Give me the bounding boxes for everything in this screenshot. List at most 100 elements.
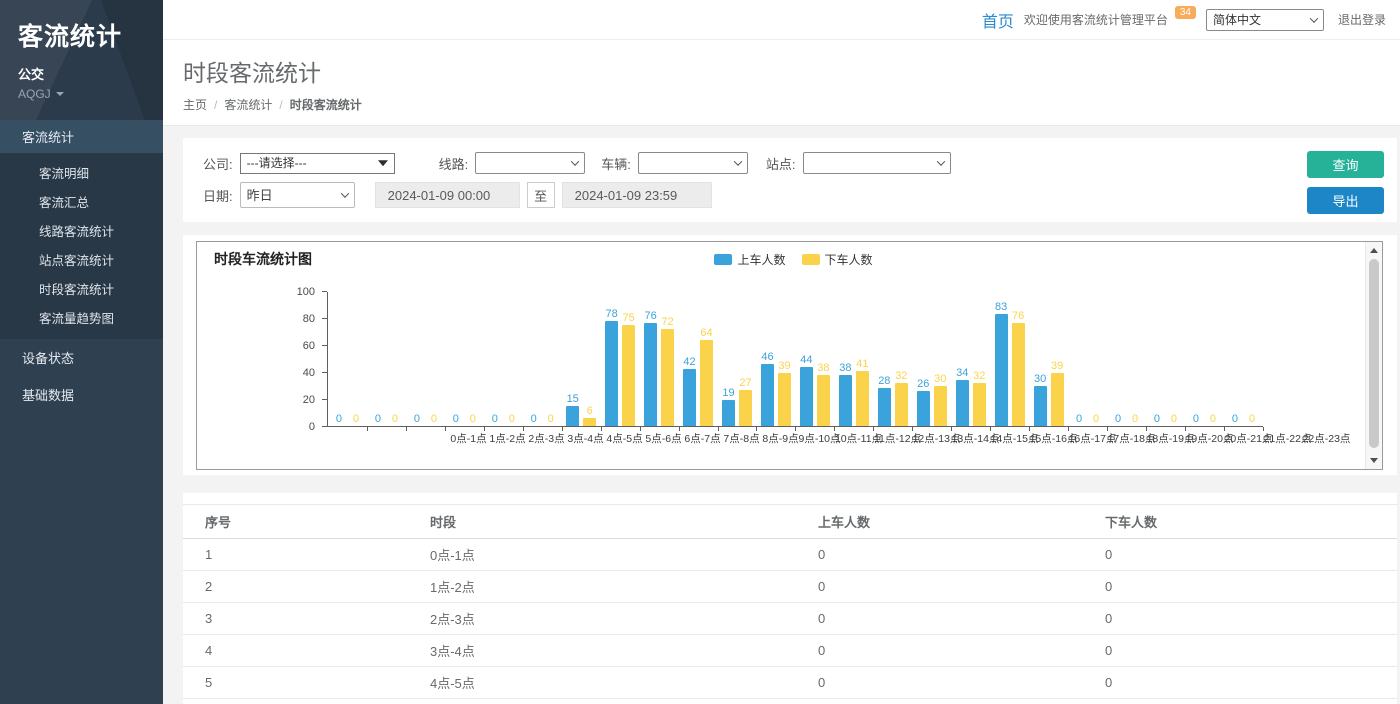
bar-group: 4639 <box>756 292 795 426</box>
bar-value-label: 0 <box>336 413 342 425</box>
bar-group: 4438 <box>795 292 834 426</box>
legend-item[interactable]: 上车人数 <box>714 251 785 268</box>
user-menu[interactable]: AQGJ <box>18 87 145 101</box>
company-select[interactable]: ---请选择--- <box>240 153 395 174</box>
y-axis-tick <box>322 372 327 373</box>
bar-value-label: 76 <box>1012 310 1024 322</box>
alighting-bar <box>1051 373 1064 426</box>
bar-group: 8376 <box>990 292 1029 426</box>
x-axis-label: 14点-15点 <box>995 431 1034 446</box>
sidebar-item[interactable]: 线路客流统计 <box>0 216 163 245</box>
date-preset-select[interactable]: 昨日 <box>240 182 355 208</box>
table-cell: 0 <box>1105 667 1397 699</box>
x-axis-label: 8点-9点 <box>761 431 800 446</box>
y-axis-tick <box>322 399 327 400</box>
bar-group: 00 <box>1146 292 1185 426</box>
x-axis-labels: 0点-1点1点-2点2点-3点3点-4点4点-5点5点-6点6点-7点7点-8点… <box>449 427 1385 446</box>
date-from-input[interactable] <box>375 182 520 208</box>
table-header-row: 序号时段上车人数下车人数 <box>183 505 1397 539</box>
bar-group: 00 <box>1107 292 1146 426</box>
vehicle-label: 车辆: <box>601 154 631 173</box>
main-area: 首页 欢迎使用客流统计管理平台 34 简体中文 退出登录 时段客流统计 主页/客… <box>163 0 1400 704</box>
sidebar-item[interactable]: 客流汇总 <box>0 187 163 216</box>
sidebar-item[interactable]: 站点客流统计 <box>0 245 163 274</box>
boarding-bar <box>644 323 657 426</box>
chart-container: 时段车流统计图 上车人数下车人数 020406080100 0000000000… <box>196 241 1383 470</box>
x-axis-label: 9点-10点 <box>800 431 839 446</box>
bar-group: 00 <box>523 292 562 426</box>
sidebar-item[interactable]: 客流明细 <box>0 158 163 187</box>
scroll-down-icon[interactable] <box>1370 458 1378 463</box>
legend-item[interactable]: 下车人数 <box>802 251 873 268</box>
export-button[interactable]: 导出 <box>1307 187 1384 214</box>
vertical-scrollbar[interactable] <box>1365 242 1382 469</box>
bar-column-boarding: 34 <box>956 367 969 426</box>
app-root: 客流统计 公交 AQGJ 客流统计客流明细客流汇总线路客流统计站点客流统计时段客… <box>0 0 1400 704</box>
x-axis-label: 3点-4点 <box>566 431 605 446</box>
bar-column-alighting: 38 <box>817 362 830 426</box>
boarding-bar <box>566 406 579 426</box>
vehicle-select[interactable] <box>638 152 748 174</box>
sidebar-nav: 客流统计客流明细客流汇总线路客流统计站点客流统计时段客流统计客流量趋势图设备状态… <box>0 120 163 413</box>
logout-link[interactable]: 退出登录 <box>1338 11 1386 28</box>
sidebar-section[interactable]: 设备状态 <box>0 339 163 376</box>
sidebar-submenu: 客流明细客流汇总线路客流统计站点客流统计时段客流统计客流量趋势图 <box>0 153 163 339</box>
table-header-cell: 下车人数 <box>1105 505 1397 539</box>
table-cell: 4 <box>183 635 430 667</box>
x-axis-label: 22点-23点 <box>1307 431 1346 446</box>
bar-column-alighting: 0 <box>1090 413 1103 426</box>
scrollbar-thumb[interactable] <box>1369 259 1379 448</box>
bar-value-label: 39 <box>1051 360 1063 372</box>
bar-column-alighting: 39 <box>1051 360 1064 426</box>
y-axis-label: 100 <box>297 286 315 298</box>
company-filter: 公司: ---请选择--- <box>203 153 395 174</box>
bar-value-label: 0 <box>414 413 420 425</box>
language-select[interactable]: 简体中文 <box>1206 9 1324 31</box>
notification-badge: 34 <box>1175 6 1196 19</box>
x-axis-label: 13点-14点 <box>956 431 995 446</box>
bar-column-alighting: 0 <box>349 413 362 426</box>
alighting-bar <box>661 329 674 426</box>
company-label: 公司: <box>203 154 233 173</box>
sidebar-section[interactable]: 客流统计 <box>0 120 163 153</box>
legend-label: 下车人数 <box>825 251 873 268</box>
bar-column-boarding: 46 <box>761 351 774 426</box>
line-select[interactable] <box>475 152 585 174</box>
table-cell: 0 <box>1105 571 1397 603</box>
table-cell: 3 <box>183 603 430 635</box>
date-to-input[interactable] <box>562 182 712 208</box>
x-axis-label: 10点-11点 <box>839 431 878 446</box>
bar-column-alighting: 0 <box>505 413 518 426</box>
scroll-up-icon[interactable] <box>1370 248 1378 253</box>
bar-value-label: 0 <box>1210 413 1216 425</box>
sidebar-item[interactable]: 时段客流统计 <box>0 274 163 303</box>
bar-column-boarding: 0 <box>1228 413 1241 426</box>
breadcrumb-link[interactable]: 客流统计 <box>224 96 272 113</box>
bar-column-alighting: 75 <box>622 312 635 426</box>
station-filter: 站点: <box>766 152 951 174</box>
station-select[interactable] <box>803 152 951 174</box>
bar-value-label: 0 <box>375 413 381 425</box>
y-axis-label: 40 <box>303 367 315 379</box>
x-axis-label: 4点-5点 <box>605 431 644 446</box>
bar-value-label: 6 <box>587 405 593 417</box>
table-header-cell: 时段 <box>430 505 818 539</box>
sidebar-item[interactable]: 客流量趋势图 <box>0 303 163 332</box>
page-heading: 时段客流统计 主页/客流统计/时段客流统计 <box>163 40 1400 126</box>
table-cell: 0 <box>818 635 1105 667</box>
language-select-wrap: 简体中文 <box>1206 9 1324 31</box>
breadcrumb-link[interactable]: 主页 <box>183 96 207 113</box>
bar-column-boarding: 30 <box>1034 373 1047 427</box>
bar-plot: 0000000000001567875767242641927463944383… <box>327 292 1263 427</box>
table-cell: 0 <box>1105 603 1397 635</box>
table-cell: 0 <box>818 699 1105 704</box>
sidebar-section[interactable]: 基础数据 <box>0 376 163 413</box>
bar-value-label: 46 <box>761 351 773 363</box>
bar-column-boarding: 0 <box>332 413 345 426</box>
search-button[interactable]: 查询 <box>1307 151 1384 178</box>
bar-column-alighting: 0 <box>1206 413 1219 426</box>
bar-value-label: 30 <box>934 373 946 385</box>
bar-column-boarding: 0 <box>449 413 462 426</box>
bar-value-label: 0 <box>431 413 437 425</box>
home-link[interactable]: 首页 <box>982 8 1014 32</box>
